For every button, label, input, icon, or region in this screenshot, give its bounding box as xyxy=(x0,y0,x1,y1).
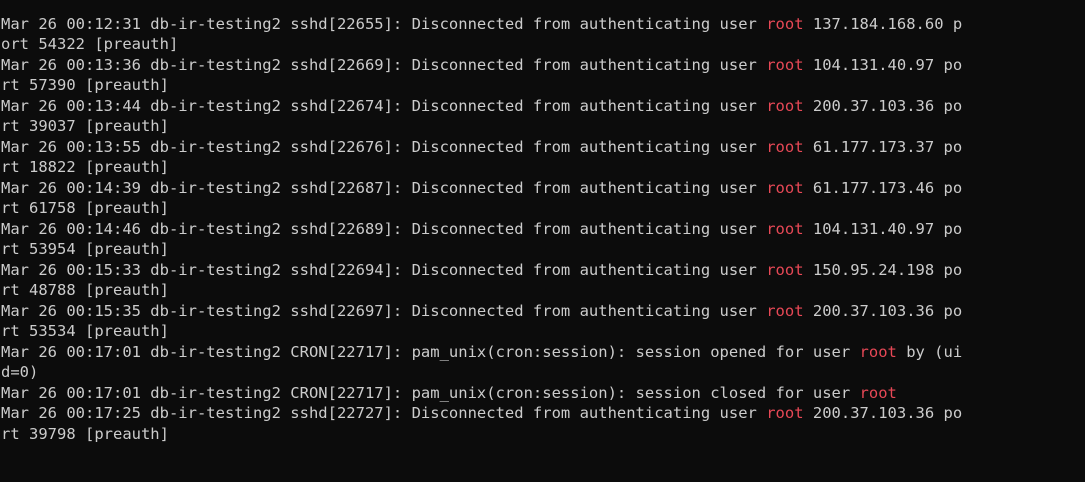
log-line: rt 61758 [preauth] xyxy=(0,198,1085,219)
log-line: Mar 26 00:17:25 db-ir-testing2 sshd[2272… xyxy=(0,403,1085,424)
highlighted-user: root xyxy=(859,342,897,361)
log-text: rt 61758 [preauth] xyxy=(1,199,169,217)
highlighted-user: root xyxy=(766,219,804,238)
log-line: rt 18822 [preauth] xyxy=(0,157,1085,178)
log-text-tail: 137.184.168.60 p xyxy=(803,14,963,33)
log-text: rt 39037 [preauth] xyxy=(1,117,169,135)
log-text: rt 57390 [preauth] xyxy=(1,76,169,94)
log-text-tail: 61.177.173.37 po xyxy=(803,137,963,156)
log-text: rt 39798 [preauth] xyxy=(1,424,169,443)
log-text: rt 48788 [preauth] xyxy=(1,281,169,299)
log-line: rt 53534 [preauth] xyxy=(0,321,1085,342)
log-text-tail: by (ui xyxy=(896,342,963,361)
log-text: rt 18822 [preauth] xyxy=(1,158,169,176)
log-text: Mar 26 00:17:01 db-ir-testing2 CRON[2271… xyxy=(1,342,860,361)
log-line: Mar 26 00:13:36 db-ir-testing2 sshd[2266… xyxy=(0,55,1085,76)
log-line: Mar 26 00:13:44 db-ir-testing2 sshd[2267… xyxy=(0,96,1085,117)
log-text: Mar 26 00:17:25 db-ir-testing2 sshd[2272… xyxy=(1,404,767,422)
log-line: rt 57390 [preauth] xyxy=(0,75,1085,96)
log-line: Mar 26 00:14:46 db-ir-testing2 sshd[2268… xyxy=(0,219,1085,240)
highlighted-user: root xyxy=(766,137,804,156)
log-text-tail: 200.37.103.36 po xyxy=(803,96,963,115)
highlighted-user: root xyxy=(766,14,804,33)
log-line: Mar 26 00:17:01 db-ir-testing2 CRON[2271… xyxy=(0,342,1085,363)
highlighted-user: root xyxy=(859,383,897,402)
log-text: Mar 26 00:12:31 db-ir-testing2 sshd[2265… xyxy=(1,14,767,33)
log-text: Mar 26 00:14:39 db-ir-testing2 sshd[2268… xyxy=(1,178,767,197)
highlighted-user: root xyxy=(766,301,804,320)
log-line: Mar 26 00:17:01 db-ir-testing2 CRON[2271… xyxy=(0,383,1085,404)
log-text-tail: 104.131.40.97 po xyxy=(803,219,963,238)
log-text: rt 53534 [preauth] xyxy=(1,322,169,340)
log-line: ort 54322 [preauth] xyxy=(0,34,1085,55)
log-line: Mar 26 00:12:31 db-ir-testing2 sshd[2265… xyxy=(0,14,1085,35)
highlighted-user: root xyxy=(766,404,804,422)
log-text: Mar 26 00:14:46 db-ir-testing2 sshd[2268… xyxy=(1,219,767,238)
terminal-output[interactable]: Mar 26 00:12:31 db-ir-testing2 sshd[2265… xyxy=(0,0,1085,482)
log-line: rt 48788 [preauth] xyxy=(0,280,1085,301)
highlighted-user: root xyxy=(766,260,804,279)
log-text-tail: 104.131.40.97 po xyxy=(803,55,963,74)
log-text-tail: 150.95.24.198 po xyxy=(803,260,963,279)
log-line: rt 39798 [preauth] xyxy=(0,424,1085,445)
log-line: Mar 26 00:13:55 db-ir-testing2 sshd[2267… xyxy=(0,137,1085,158)
log-text-tail: 200.37.103.36 po xyxy=(803,301,963,320)
log-line: d=0) xyxy=(0,362,1085,383)
log-text: ort 54322 [preauth] xyxy=(1,35,179,53)
log-text: Mar 26 00:17:01 db-ir-testing2 CRON[2271… xyxy=(1,383,860,402)
log-text: Mar 26 00:15:33 db-ir-testing2 sshd[2269… xyxy=(1,260,767,279)
log-line: rt 39037 [preauth] xyxy=(0,116,1085,137)
log-text: d=0) xyxy=(1,363,39,381)
log-line: rt 53954 [preauth] xyxy=(0,239,1085,260)
log-text: Mar 26 00:13:55 db-ir-testing2 sshd[2267… xyxy=(1,137,767,156)
log-line: Mar 26 00:15:35 db-ir-testing2 sshd[2269… xyxy=(0,301,1085,322)
highlighted-user: root xyxy=(766,178,804,197)
log-line: Mar 26 00:15:33 db-ir-testing2 sshd[2269… xyxy=(0,260,1085,281)
log-text: Mar 26 00:13:36 db-ir-testing2 sshd[2266… xyxy=(1,55,767,74)
log-text: Mar 26 00:13:44 db-ir-testing2 sshd[2267… xyxy=(1,96,767,115)
highlighted-user: root xyxy=(766,55,804,74)
log-text: Mar 26 00:15:35 db-ir-testing2 sshd[2269… xyxy=(1,301,767,320)
log-line: Mar 26 00:14:39 db-ir-testing2 sshd[2268… xyxy=(0,178,1085,199)
highlighted-user: root xyxy=(766,96,804,115)
log-text: rt 53954 [preauth] xyxy=(1,240,169,258)
log-text-tail: 61.177.173.46 po xyxy=(803,178,963,197)
log-text-tail: 200.37.103.36 po xyxy=(803,404,963,422)
